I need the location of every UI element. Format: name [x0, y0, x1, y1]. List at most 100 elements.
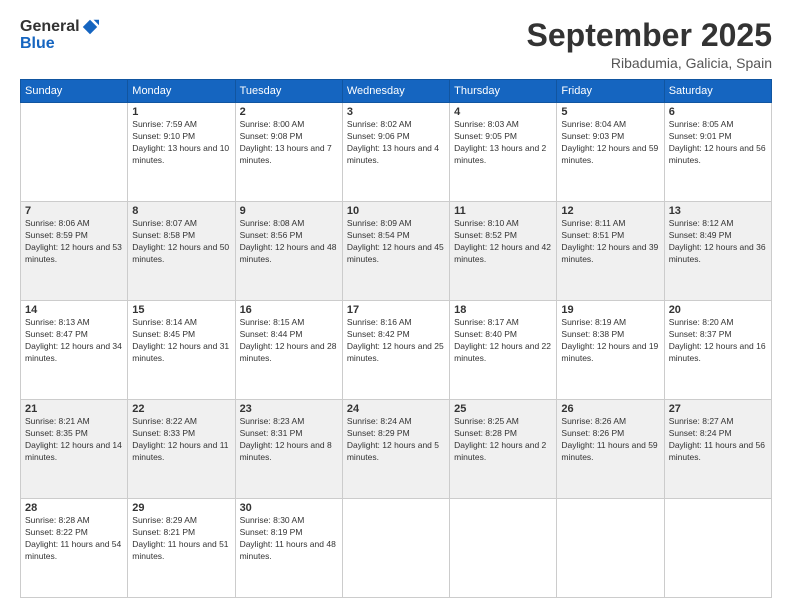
table-row: 23 Sunrise: 8:23 AMSunset: 8:31 PMDaylig…: [235, 400, 342, 499]
day-info: Sunrise: 8:26 AMSunset: 8:26 PMDaylight:…: [561, 416, 659, 464]
table-row: 19 Sunrise: 8:19 AMSunset: 8:38 PMDaylig…: [557, 301, 664, 400]
table-row: 24 Sunrise: 8:24 AMSunset: 8:29 PMDaylig…: [342, 400, 449, 499]
day-number: 11: [454, 205, 552, 217]
day-info: Sunrise: 8:27 AMSunset: 8:24 PMDaylight:…: [669, 416, 767, 464]
table-row: [21, 103, 128, 202]
col-tuesday: Tuesday: [235, 80, 342, 103]
day-info: Sunrise: 8:10 AMSunset: 8:52 PMDaylight:…: [454, 218, 552, 266]
table-row: [664, 499, 771, 598]
day-info: Sunrise: 8:23 AMSunset: 8:31 PMDaylight:…: [240, 416, 338, 464]
day-number: 30: [240, 502, 338, 514]
table-row: [450, 499, 557, 598]
day-number: 16: [240, 304, 338, 316]
table-row: 15 Sunrise: 8:14 AMSunset: 8:45 PMDaylig…: [128, 301, 235, 400]
table-row: 22 Sunrise: 8:22 AMSunset: 8:33 PMDaylig…: [128, 400, 235, 499]
table-row: 20 Sunrise: 8:20 AMSunset: 8:37 PMDaylig…: [664, 301, 771, 400]
day-number: 4: [454, 106, 552, 118]
col-friday: Friday: [557, 80, 664, 103]
day-info: Sunrise: 8:22 AMSunset: 8:33 PMDaylight:…: [132, 416, 230, 464]
day-number: 18: [454, 304, 552, 316]
logo-blue: Blue: [20, 36, 55, 52]
day-number: 14: [25, 304, 123, 316]
day-info: Sunrise: 8:28 AMSunset: 8:22 PMDaylight:…: [25, 515, 123, 563]
col-saturday: Saturday: [664, 80, 771, 103]
calendar-week-row: 14 Sunrise: 8:13 AMSunset: 8:47 PMDaylig…: [21, 301, 772, 400]
day-number: 7: [25, 205, 123, 217]
table-row: 16 Sunrise: 8:15 AMSunset: 8:44 PMDaylig…: [235, 301, 342, 400]
table-row: [342, 499, 449, 598]
calendar-week-row: 7 Sunrise: 8:06 AMSunset: 8:59 PMDayligh…: [21, 202, 772, 301]
logo-icon: [81, 18, 99, 36]
table-row: 17 Sunrise: 8:16 AMSunset: 8:42 PMDaylig…: [342, 301, 449, 400]
day-info: Sunrise: 8:03 AMSunset: 9:05 PMDaylight:…: [454, 119, 552, 167]
logo: General Blue: [20, 18, 99, 52]
table-row: 4 Sunrise: 8:03 AMSunset: 9:05 PMDayligh…: [450, 103, 557, 202]
table-row: 21 Sunrise: 8:21 AMSunset: 8:35 PMDaylig…: [21, 400, 128, 499]
calendar-header-row: Sunday Monday Tuesday Wednesday Thursday…: [21, 80, 772, 103]
page: General Blue September 2025 Ribadumia, G…: [0, 0, 792, 612]
day-info: Sunrise: 8:17 AMSunset: 8:40 PMDaylight:…: [454, 317, 552, 365]
table-row: 28 Sunrise: 8:28 AMSunset: 8:22 PMDaylig…: [21, 499, 128, 598]
table-row: 11 Sunrise: 8:10 AMSunset: 8:52 PMDaylig…: [450, 202, 557, 301]
table-row: 18 Sunrise: 8:17 AMSunset: 8:40 PMDaylig…: [450, 301, 557, 400]
table-row: 27 Sunrise: 8:27 AMSunset: 8:24 PMDaylig…: [664, 400, 771, 499]
title-block: September 2025 Ribadumia, Galicia, Spain: [527, 18, 772, 71]
day-number: 27: [669, 403, 767, 415]
col-thursday: Thursday: [450, 80, 557, 103]
table-row: 1 Sunrise: 7:59 AMSunset: 9:10 PMDayligh…: [128, 103, 235, 202]
calendar-week-row: 1 Sunrise: 7:59 AMSunset: 9:10 PMDayligh…: [21, 103, 772, 202]
table-row: 6 Sunrise: 8:05 AMSunset: 9:01 PMDayligh…: [664, 103, 771, 202]
day-info: Sunrise: 8:11 AMSunset: 8:51 PMDaylight:…: [561, 218, 659, 266]
day-info: Sunrise: 8:29 AMSunset: 8:21 PMDaylight:…: [132, 515, 230, 563]
logo-general: General: [20, 19, 80, 35]
day-number: 23: [240, 403, 338, 415]
day-info: Sunrise: 8:02 AMSunset: 9:06 PMDaylight:…: [347, 119, 445, 167]
day-number: 29: [132, 502, 230, 514]
day-number: 15: [132, 304, 230, 316]
day-info: Sunrise: 8:07 AMSunset: 8:58 PMDaylight:…: [132, 218, 230, 266]
day-number: 26: [561, 403, 659, 415]
day-info: Sunrise: 8:24 AMSunset: 8:29 PMDaylight:…: [347, 416, 445, 464]
table-row: 7 Sunrise: 8:06 AMSunset: 8:59 PMDayligh…: [21, 202, 128, 301]
day-info: Sunrise: 8:20 AMSunset: 8:37 PMDaylight:…: [669, 317, 767, 365]
day-info: Sunrise: 8:30 AMSunset: 8:19 PMDaylight:…: [240, 515, 338, 563]
day-number: 20: [669, 304, 767, 316]
location-title: Ribadumia, Galicia, Spain: [527, 55, 772, 71]
table-row: 9 Sunrise: 8:08 AMSunset: 8:56 PMDayligh…: [235, 202, 342, 301]
table-row: 14 Sunrise: 8:13 AMSunset: 8:47 PMDaylig…: [21, 301, 128, 400]
col-wednesday: Wednesday: [342, 80, 449, 103]
day-number: 5: [561, 106, 659, 118]
header: General Blue September 2025 Ribadumia, G…: [20, 18, 772, 71]
table-row: 8 Sunrise: 8:07 AMSunset: 8:58 PMDayligh…: [128, 202, 235, 301]
day-info: Sunrise: 7:59 AMSunset: 9:10 PMDaylight:…: [132, 119, 230, 167]
day-number: 12: [561, 205, 659, 217]
table-row: 30 Sunrise: 8:30 AMSunset: 8:19 PMDaylig…: [235, 499, 342, 598]
day-number: 24: [347, 403, 445, 415]
day-info: Sunrise: 8:15 AMSunset: 8:44 PMDaylight:…: [240, 317, 338, 365]
calendar-week-row: 21 Sunrise: 8:21 AMSunset: 8:35 PMDaylig…: [21, 400, 772, 499]
calendar-week-row: 28 Sunrise: 8:28 AMSunset: 8:22 PMDaylig…: [21, 499, 772, 598]
table-row: [557, 499, 664, 598]
day-number: 13: [669, 205, 767, 217]
day-info: Sunrise: 8:16 AMSunset: 8:42 PMDaylight:…: [347, 317, 445, 365]
day-number: 2: [240, 106, 338, 118]
day-number: 6: [669, 106, 767, 118]
day-info: Sunrise: 8:12 AMSunset: 8:49 PMDaylight:…: [669, 218, 767, 266]
day-number: 8: [132, 205, 230, 217]
day-info: Sunrise: 8:13 AMSunset: 8:47 PMDaylight:…: [25, 317, 123, 365]
month-title: September 2025: [527, 18, 772, 53]
day-info: Sunrise: 8:25 AMSunset: 8:28 PMDaylight:…: [454, 416, 552, 464]
day-number: 3: [347, 106, 445, 118]
table-row: 5 Sunrise: 8:04 AMSunset: 9:03 PMDayligh…: [557, 103, 664, 202]
day-info: Sunrise: 8:14 AMSunset: 8:45 PMDaylight:…: [132, 317, 230, 365]
day-info: Sunrise: 8:06 AMSunset: 8:59 PMDaylight:…: [25, 218, 123, 266]
day-number: 22: [132, 403, 230, 415]
table-row: 10 Sunrise: 8:09 AMSunset: 8:54 PMDaylig…: [342, 202, 449, 301]
col-sunday: Sunday: [21, 80, 128, 103]
day-number: 17: [347, 304, 445, 316]
table-row: 26 Sunrise: 8:26 AMSunset: 8:26 PMDaylig…: [557, 400, 664, 499]
day-info: Sunrise: 8:00 AMSunset: 9:08 PMDaylight:…: [240, 119, 338, 167]
day-number: 9: [240, 205, 338, 217]
calendar: Sunday Monday Tuesday Wednesday Thursday…: [20, 79, 772, 598]
day-info: Sunrise: 8:05 AMSunset: 9:01 PMDaylight:…: [669, 119, 767, 167]
